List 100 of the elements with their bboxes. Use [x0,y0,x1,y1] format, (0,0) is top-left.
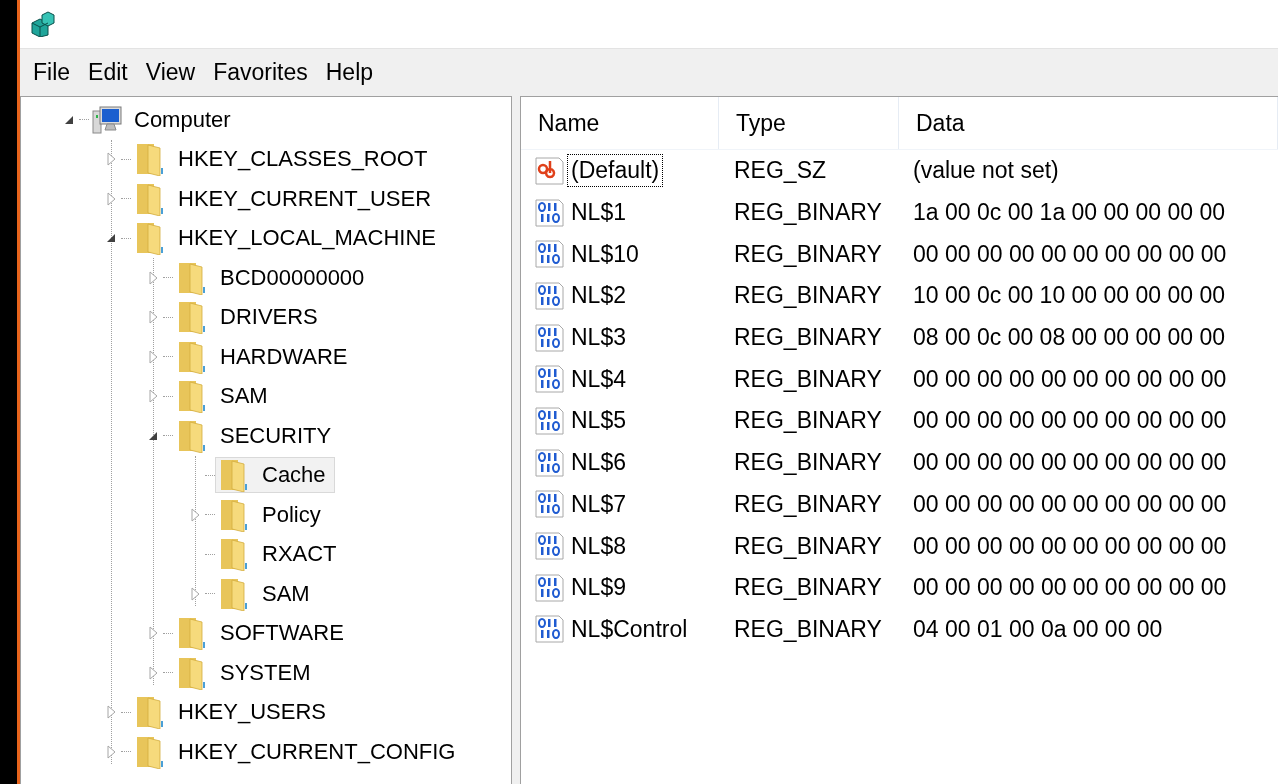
value-type: REG_BINARY [734,240,882,268]
value-type: REG_BINARY [734,615,882,643]
collapsed-triangle-icon[interactable] [106,152,116,167]
folder-icon [134,734,166,769]
value-name[interactable]: NL$10 [567,237,643,271]
value-name[interactable]: NL$3 [567,321,630,355]
value-name[interactable]: NL$Control [567,612,692,646]
folder-icon [176,655,208,690]
folder-icon [176,379,208,414]
value-data: 00 00 00 00 00 00 00 00 00 00 [913,574,1227,602]
folder-icon [218,458,250,493]
value-data: 08 00 0c 00 08 00 00 00 00 00 [913,324,1226,352]
collapsed-triangle-icon[interactable] [190,586,200,601]
value-data: 00 00 00 00 00 00 00 00 00 00 [913,365,1227,393]
tree-item[interactable]: RXACT [215,536,346,573]
tree-item[interactable]: Policy [215,496,330,533]
expanded-triangle-icon[interactable] [148,430,158,441]
value-data: 00 00 00 00 00 00 00 00 00 00 [913,490,1227,518]
value-name[interactable]: NL$1 [567,196,630,230]
computer-icon [92,104,122,135]
collapsed-triangle-icon[interactable] [148,626,158,641]
folder-icon [218,576,250,611]
tree-item[interactable]: HKEY_CLASSES_ROOT [131,141,437,178]
collapsed-triangle-icon[interactable] [148,389,158,404]
value-name[interactable]: NL$7 [567,487,630,521]
collapsed-triangle-icon[interactable] [148,349,158,364]
value-type: REG_SZ [734,157,827,185]
menu-item[interactable]: Edit [79,57,137,88]
value-name[interactable]: NL$6 [567,446,630,480]
collapsed-triangle-icon[interactable] [190,507,200,522]
value-data: 04 00 01 00 0a 00 00 00 [913,615,1163,643]
tree-item[interactable]: SYSTEM [173,654,320,691]
menu-item[interactable]: File [24,57,80,88]
value-name[interactable]: NL$5 [567,404,630,438]
binary-value-icon [535,198,565,227]
registry-cubes-icon [30,11,56,37]
value-data: 00 00 00 00 00 00 00 00 00 00 [913,240,1227,268]
binary-value-icon [535,532,565,561]
menu-item[interactable]: Help [316,57,383,88]
binary-value-icon [535,406,565,435]
collapsed-triangle-icon[interactable] [106,705,116,720]
collapsed-triangle-icon[interactable] [148,665,158,680]
folder-icon [134,142,166,177]
binary-value-icon [535,615,565,644]
binary-value-icon [535,281,565,310]
tree-item[interactable]: DRIVERS [173,299,327,336]
value-data: 1a 00 0c 00 1a 00 00 00 00 00 [913,199,1226,227]
value-name[interactable]: (Default) [567,154,664,188]
value-type: REG_BINARY [734,199,882,227]
value-type: REG_BINARY [734,324,882,352]
folder-icon [134,181,166,216]
binary-value-icon [535,448,565,477]
value-data: 00 00 00 00 00 00 00 00 00 00 [913,449,1227,477]
menu-item[interactable]: Favorites [204,57,317,88]
column-header[interactable]: Data [899,97,1278,149]
tree-item[interactable]: HKEY_USERS [131,694,335,731]
collapsed-triangle-icon[interactable] [148,310,158,325]
tree-item[interactable]: HKEY_CURRENT_CONFIG [131,733,465,770]
menu-item[interactable]: View [136,57,205,88]
tree-item[interactable]: SAM [173,378,277,415]
value-type: REG_BINARY [734,574,882,602]
collapsed-triangle-icon[interactable] [106,191,116,206]
value-name[interactable]: NL$4 [567,362,630,396]
folder-icon [218,537,250,572]
folder-icon [176,616,208,651]
tree-item[interactable]: SECURITY [173,417,341,454]
tree-item[interactable]: HKEY_LOCAL_MACHINE [131,220,445,257]
column-header[interactable]: Type [719,97,899,149]
value-data: 10 00 0c 00 10 00 00 00 00 00 [913,282,1226,310]
folder-icon [218,497,250,532]
tree-item[interactable]: HKEY_CURRENT_USER [131,180,441,217]
tree-item[interactable]: SAM [215,575,319,612]
tree-item[interactable]: Computer [89,101,240,138]
value-type: REG_BINARY [734,365,882,393]
folder-icon [176,300,208,335]
value-type: REG_BINARY [734,449,882,477]
binary-value-icon [535,365,565,394]
collapsed-triangle-icon[interactable] [148,270,158,285]
value-type: REG_BINARY [734,532,882,560]
tree-item[interactable]: HARDWARE [173,338,357,375]
binary-value-icon [535,573,565,602]
folder-icon [134,221,166,256]
tree-item[interactable]: Cache [215,457,335,494]
value-name[interactable]: NL$9 [567,571,630,605]
binary-value-icon [535,240,565,269]
value-name[interactable]: NL$8 [567,529,630,563]
expanded-triangle-icon[interactable] [64,114,74,125]
folder-icon [176,418,208,453]
column-header[interactable]: Name [521,97,719,149]
expanded-triangle-icon[interactable] [106,233,116,244]
value-name[interactable]: NL$2 [567,279,630,313]
value-data: 00 00 00 00 00 00 00 00 00 00 [913,532,1227,560]
value-type: REG_BINARY [734,282,882,310]
folder-icon [176,339,208,374]
value-type: REG_BINARY [734,407,882,435]
value-data: (value not set) [913,157,1059,185]
collapsed-triangle-icon[interactable] [106,744,116,759]
tree-item[interactable]: BCD00000000 [173,259,374,296]
value-data: 00 00 00 00 00 00 00 00 00 00 [913,407,1227,435]
tree-item[interactable]: SOFTWARE [173,615,353,652]
